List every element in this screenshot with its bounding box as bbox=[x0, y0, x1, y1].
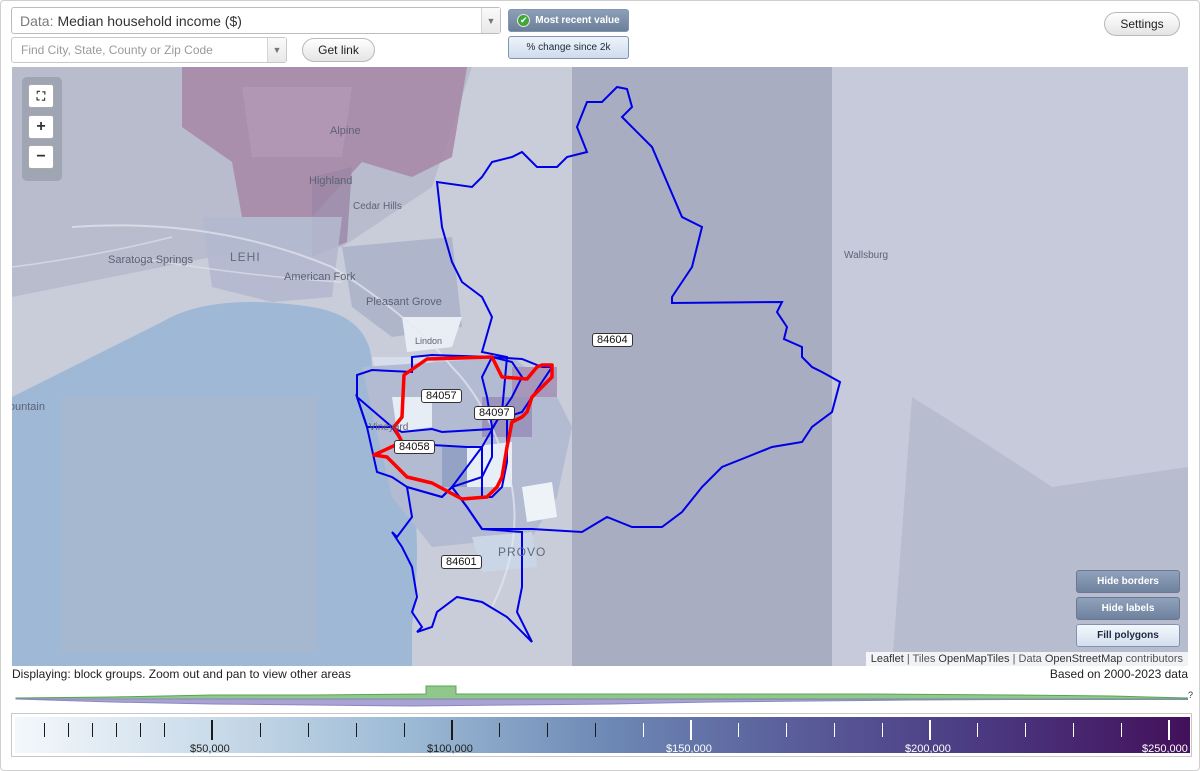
legend-tick bbox=[882, 723, 883, 737]
place-label-mountain: Mountain bbox=[12, 401, 45, 413]
legend-tick bbox=[404, 723, 405, 737]
legend-tick-major bbox=[451, 720, 453, 740]
data-range-note: Based on 2000-2023 data bbox=[1049, 667, 1188, 681]
legend-tick bbox=[1025, 723, 1026, 737]
legend-tick-major bbox=[929, 720, 931, 740]
zip-label-84057[interactable]: 84057 bbox=[421, 389, 462, 403]
data-select-prefix: Data: bbox=[20, 12, 54, 29]
get-link-button[interactable]: Get link bbox=[302, 38, 375, 62]
legend-tick bbox=[1121, 723, 1122, 737]
legend-tick bbox=[116, 723, 117, 737]
place-label-pleasant-grove: Pleasant Grove bbox=[366, 296, 442, 308]
percent-change-toggle[interactable]: % change since 2k bbox=[508, 36, 629, 59]
legend-tick bbox=[140, 723, 141, 737]
legend-tick bbox=[499, 723, 500, 737]
data-select-value: Median household income ($) bbox=[57, 12, 242, 29]
place-label-alpine: Alpine bbox=[330, 125, 361, 137]
fill-polygons-button[interactable]: Fill polygons bbox=[1076, 624, 1180, 647]
legend-tick bbox=[977, 723, 978, 737]
map[interactable]: Alpine Highland Cedar Hills LEHI Saratog… bbox=[12, 67, 1188, 666]
legend-tick-major bbox=[1168, 720, 1170, 740]
attribution-sep-data: | Data bbox=[1009, 653, 1045, 665]
zoom-in-icon[interactable]: + bbox=[28, 115, 54, 139]
legend-tick bbox=[68, 723, 69, 737]
attribution-sep-tiles: | Tiles bbox=[903, 653, 939, 665]
legend-gradient: $50,000 $100,000 $150,000 $200,000 $250,… bbox=[15, 717, 1190, 755]
data-select[interactable]: Data: Median household income ($) ▼ bbox=[11, 7, 501, 34]
legend-tick bbox=[356, 723, 357, 737]
legend-tick bbox=[738, 723, 739, 737]
legend-tick bbox=[595, 723, 596, 737]
legend-tick bbox=[308, 723, 309, 737]
search-box: ▼ bbox=[11, 37, 287, 63]
legend-tick bbox=[643, 723, 644, 737]
legend-tick bbox=[834, 723, 835, 737]
place-label-provo: PROVO bbox=[498, 545, 547, 559]
map-canvas bbox=[12, 67, 1188, 666]
zip-label-84601[interactable]: 84601 bbox=[441, 555, 482, 569]
legend-label-50k: $50,000 bbox=[190, 743, 230, 755]
income-histogram bbox=[15, 685, 1188, 707]
zip-label-84097[interactable]: 84097 bbox=[474, 406, 515, 420]
legend-label-150k: $150,000 bbox=[666, 743, 712, 755]
openmaptiles-link[interactable]: OpenMapTiles bbox=[938, 653, 1009, 665]
hide-borders-button[interactable]: Hide borders bbox=[1076, 570, 1180, 593]
zoom-out-icon[interactable]: − bbox=[28, 145, 54, 169]
place-label-highland: Highland bbox=[309, 175, 353, 187]
zip-label-84604[interactable]: 84604 bbox=[592, 333, 633, 347]
attribution-suffix: contributors bbox=[1122, 653, 1183, 665]
search-input[interactable] bbox=[12, 38, 262, 62]
place-label-wallsburg: Wallsburg bbox=[844, 250, 889, 261]
legend-tick bbox=[164, 723, 165, 737]
fit-bounds-icon[interactable]: ⛶ bbox=[28, 84, 54, 108]
place-label-saratoga-springs: Saratoga Springs bbox=[108, 254, 193, 266]
histogram-help-icon[interactable]: ? bbox=[1188, 690, 1193, 700]
hide-labels-button[interactable]: Hide labels bbox=[1076, 597, 1180, 620]
place-label-cedar-hills: Cedar Hills bbox=[353, 201, 402, 212]
search-dropdown-icon[interactable]: ▼ bbox=[267, 38, 286, 62]
check-icon: ✔ bbox=[517, 14, 531, 27]
openstreetmap-link[interactable]: OpenStreetMap bbox=[1045, 653, 1123, 665]
place-label-lindon: Lindon bbox=[415, 336, 443, 346]
legend-tick bbox=[1073, 723, 1074, 737]
map-attribution: Leaflet | Tiles OpenMapTiles | Data Open… bbox=[865, 652, 1188, 666]
zip-label-84058[interactable]: 84058 bbox=[394, 440, 435, 454]
legend-tick bbox=[547, 723, 548, 737]
legend-tick-major bbox=[690, 720, 692, 740]
display-status: Displaying: block groups. Zoom out and p… bbox=[12, 667, 351, 681]
most-recent-value-label: Most recent value bbox=[535, 15, 620, 26]
legend-label-250k: $250,000 bbox=[1142, 743, 1188, 755]
place-label-vineyard: Vineyard bbox=[369, 422, 409, 433]
leaflet-link[interactable]: Leaflet bbox=[871, 653, 904, 665]
place-label-american-fork: American Fork bbox=[284, 271, 356, 283]
place-label-lehi: LEHI bbox=[230, 250, 261, 264]
legend-tick bbox=[92, 723, 93, 737]
most-recent-value-toggle[interactable]: ✔ Most recent value bbox=[508, 9, 629, 32]
settings-button[interactable]: Settings bbox=[1104, 12, 1180, 36]
legend-tick bbox=[44, 723, 45, 737]
legend-label-200k: $200,000 bbox=[905, 743, 951, 755]
legend-label-100k: $100,000 bbox=[427, 743, 473, 755]
chevron-down-icon[interactable]: ▼ bbox=[481, 8, 500, 33]
legend-tick bbox=[260, 723, 261, 737]
legend-tick-major bbox=[211, 720, 213, 740]
legend-tick bbox=[786, 723, 787, 737]
zoom-control-panel: ⛶ + − bbox=[22, 77, 62, 181]
color-legend: $50,000 $100,000 $150,000 $200,000 $250,… bbox=[11, 713, 1192, 757]
